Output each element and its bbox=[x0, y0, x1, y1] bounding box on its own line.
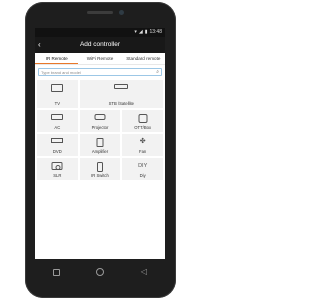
ott-box-icon bbox=[138, 114, 148, 123]
back-button[interactable]: ◁ bbox=[141, 267, 147, 277]
device-label: Diy bbox=[139, 173, 146, 178]
app-bar: ‹ Add controller bbox=[35, 37, 165, 53]
device-tile-projector[interactable]: Projector bbox=[79, 110, 121, 132]
home-icon bbox=[96, 268, 105, 276]
battery-icon: ▮ bbox=[144, 29, 148, 35]
device-tile-tv[interactable]: TV bbox=[37, 80, 78, 108]
status-bar: ▾ ◢ ▮ 13:48 bbox=[35, 28, 165, 37]
wifi-icon: ▾ bbox=[134, 29, 137, 35]
fan-icon: ✤ bbox=[139, 138, 146, 145]
search-bar: ⌕ bbox=[38, 68, 162, 76]
device-tile-ir-switch[interactable]: IR Switch bbox=[79, 158, 121, 180]
diy-icon: DIY bbox=[138, 163, 148, 169]
chevron-left-icon[interactable]: ‹ bbox=[38, 37, 41, 53]
device-label: STB /Satellite bbox=[108, 101, 135, 106]
device-tile-diy[interactable]: DIY Diy bbox=[122, 158, 163, 180]
tab-bar: IR Remote WiFi Remote Standard remote bbox=[35, 53, 165, 65]
device-grid: TV STB /Satellite AC Projector OTT/Box D… bbox=[37, 80, 163, 180]
device-label: DVD bbox=[52, 149, 62, 154]
tv-icon bbox=[51, 84, 64, 92]
signal-icon: ◢ bbox=[138, 29, 143, 35]
ir-switch-icon bbox=[96, 162, 103, 172]
tab-wifi-remote[interactable]: WiFi Remote bbox=[78, 53, 121, 64]
device-tile-slr[interactable]: SLR bbox=[37, 158, 78, 180]
device-label: Projector bbox=[91, 125, 109, 130]
system-nav-bar: ◁ bbox=[35, 263, 165, 281]
device-label: IR Switch bbox=[91, 173, 109, 178]
search-input[interactable] bbox=[41, 68, 157, 76]
dvd-player-icon bbox=[51, 138, 64, 143]
device-label: AC bbox=[54, 125, 61, 130]
device-label: Fan bbox=[139, 149, 147, 154]
tab-ir-remote[interactable]: IR Remote bbox=[35, 53, 79, 64]
air-conditioner-icon bbox=[51, 114, 64, 120]
speaker-grille bbox=[87, 11, 113, 14]
device-tile-ott-box[interactable]: OTT/Box bbox=[122, 110, 163, 132]
camera-icon bbox=[51, 162, 63, 170]
device-tile-ac[interactable]: AC bbox=[37, 110, 78, 132]
page-title: Add controller bbox=[79, 41, 121, 48]
projector-icon bbox=[94, 114, 106, 120]
status-time: 13:48 bbox=[149, 29, 162, 35]
recents-button[interactable] bbox=[53, 268, 61, 276]
device-tile-amplifier[interactable]: Amplifier bbox=[79, 134, 121, 156]
front-camera bbox=[119, 10, 124, 15]
home-button[interactable] bbox=[96, 268, 105, 276]
search-icon[interactable]: ⌕ bbox=[156, 69, 159, 76]
device-label: TV bbox=[54, 101, 60, 106]
amplifier-icon bbox=[96, 138, 104, 147]
set-top-box-icon bbox=[114, 84, 129, 89]
device-tile-dvd[interactable]: DVD bbox=[37, 134, 78, 156]
device-label: OTT/Box bbox=[134, 125, 152, 130]
recents-icon bbox=[53, 268, 61, 276]
tab-standard-remote[interactable]: Standard remote bbox=[122, 53, 165, 64]
device-label: SLR bbox=[53, 173, 62, 178]
screen: ▾ ◢ ▮ 13:48 ‹ Add controller IR Remote W… bbox=[35, 28, 165, 259]
device-tile-stb-satellite[interactable]: STB /Satellite bbox=[79, 80, 163, 108]
back-triangle-icon: ◁ bbox=[140, 267, 147, 276]
device-label: Amplifier bbox=[91, 149, 109, 154]
device-tile-fan[interactable]: ✤ Fan bbox=[122, 134, 163, 156]
